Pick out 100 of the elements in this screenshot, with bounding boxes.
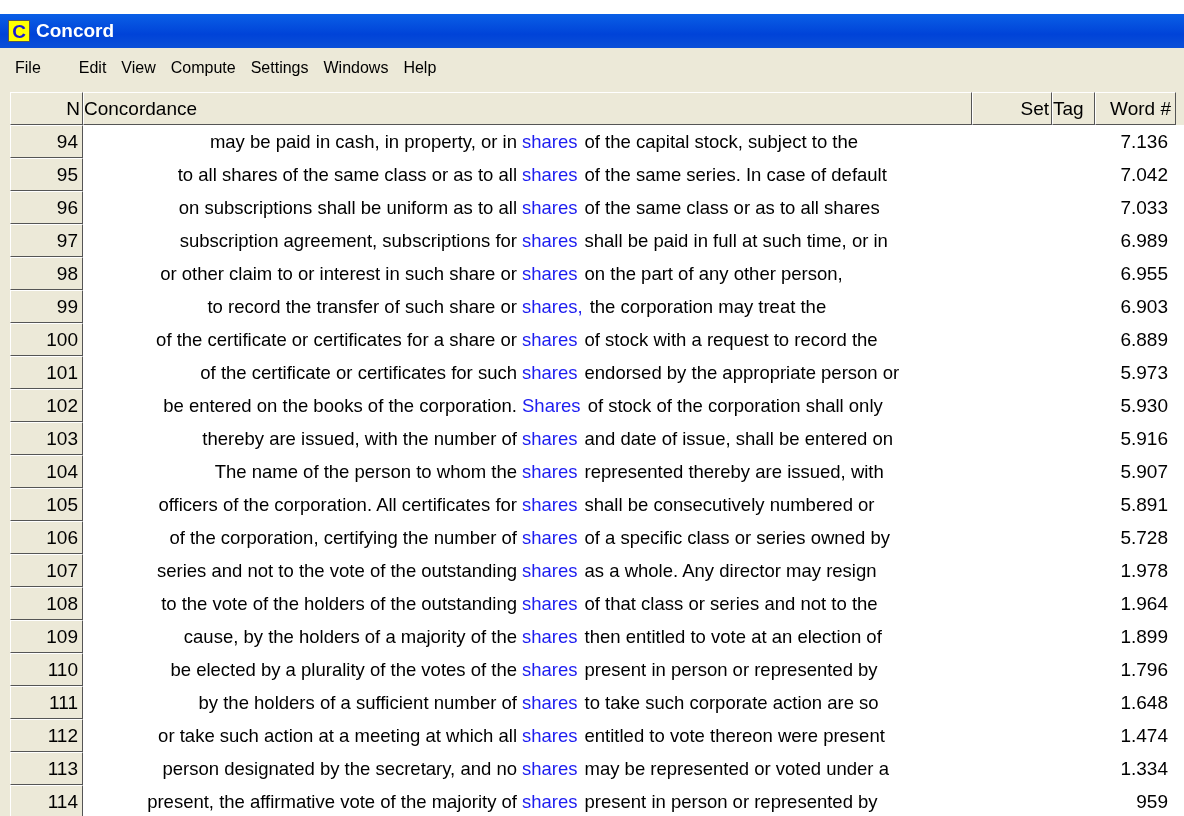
keyword: shares	[522, 163, 578, 186]
keyword: shares,	[522, 295, 583, 318]
menu-item[interactable]: Help	[403, 59, 437, 77]
row-number[interactable]: 98	[10, 257, 83, 290]
row-number[interactable]: 103	[10, 422, 83, 455]
column-header[interactable]: Tag	[1052, 92, 1095, 125]
keyword: shares	[522, 328, 578, 351]
right-context: of stock of the corporation shall only	[587, 394, 883, 417]
row-number[interactable]: 110	[10, 653, 83, 686]
left-context: person designated by the secretary, and no	[161, 757, 517, 780]
left-context: to record the transfer of such share or	[206, 295, 517, 318]
column-header[interactable]: Word #	[1095, 92, 1176, 125]
table-cell-text: 5.891	[1119, 492, 1169, 517]
menu-item[interactable]: File	[15, 59, 41, 77]
keyword: shares	[522, 229, 578, 252]
left-context: by the holders of a sufficient number of	[197, 691, 517, 714]
row-number[interactable]: 107	[10, 554, 83, 587]
table-cell-text: 1.648	[1119, 690, 1169, 715]
right-context: the corporation may treat the	[589, 295, 827, 318]
row-number[interactable]: 97	[10, 224, 83, 257]
keyword: shares	[522, 526, 578, 549]
table-cell-text: 7.033	[1119, 195, 1169, 220]
right-context: and date of issue, shall be entered on	[584, 427, 894, 450]
app-icon: C	[8, 20, 30, 42]
right-context: to take such corporate action are so	[584, 691, 879, 714]
row-number[interactable]: 104	[10, 455, 83, 488]
left-context: be entered on the books of the corporation.	[162, 394, 517, 417]
row-number[interactable]: 96	[10, 191, 83, 224]
menu-item[interactable]: Windows	[323, 59, 389, 77]
left-context: be elected by a plurality of the votes of the	[169, 658, 517, 681]
row-number[interactable]: 95	[10, 158, 83, 191]
column-header[interactable]: Concordance	[83, 92, 972, 125]
keyword: shares	[522, 196, 578, 219]
table-cell-text: 1.334	[1119, 756, 1169, 781]
right-context: shall be paid in full at such time, or in	[584, 229, 888, 252]
table-cell-text: 7.136	[1119, 129, 1169, 154]
keyword: shares	[522, 790, 578, 813]
menu-item[interactable]: Compute	[170, 59, 236, 77]
table-cell-text: 5.907	[1119, 459, 1169, 484]
row-number[interactable]: 106	[10, 521, 83, 554]
row-number[interactable]: 109	[10, 620, 83, 653]
keyword: shares	[522, 625, 578, 648]
table-cell-text: 6.989	[1119, 228, 1169, 253]
left-context: or other claim to or interest in such share or	[159, 262, 517, 285]
column-header[interactable]: N	[10, 92, 83, 125]
row-number[interactable]: 102	[10, 389, 83, 422]
right-context: of the capital stock, subject to the	[584, 130, 859, 153]
table-cell-text: 5.973	[1119, 360, 1169, 385]
right-context: as a whole. Any director may resign	[584, 559, 877, 582]
menu-item[interactable]: View	[121, 59, 156, 77]
table-cell-text: 5.916	[1119, 426, 1169, 451]
keyword: shares	[522, 691, 578, 714]
table-cell-text: 5.728	[1119, 525, 1169, 550]
keyword: shares	[522, 658, 578, 681]
row-number[interactable]: 100	[10, 323, 83, 356]
row-number[interactable]: 99	[10, 290, 83, 323]
menu-item[interactable]: Edit	[78, 59, 107, 77]
table-cell-text: 1.796	[1119, 657, 1169, 682]
right-context: of a specific class or series owned by	[584, 526, 890, 549]
table-cell-text: 6.955	[1119, 261, 1169, 286]
menu-item[interactable]: Settings	[250, 59, 309, 77]
table-cell-text: 1.964	[1119, 591, 1169, 616]
column-header[interactable]: Set	[972, 92, 1052, 125]
row-number[interactable]: 94	[10, 125, 83, 158]
left-context: of the certificate or certificates for such	[199, 361, 517, 384]
keyword: shares	[522, 559, 578, 582]
right-context: of stock with a request to record the	[584, 328, 878, 351]
left-context: to all shares of the same class or as to all	[176, 163, 517, 186]
left-context: of the certificate or certificates for a share or	[155, 328, 517, 351]
row-number[interactable]: 111	[10, 686, 83, 719]
left-context: to the vote of the holders of the outstanding	[160, 592, 517, 615]
table-cell-text: 6.889	[1119, 327, 1169, 352]
row-number[interactable]: 105	[10, 488, 83, 521]
keyword: shares	[522, 361, 578, 384]
row-number[interactable]: 112	[10, 719, 83, 752]
table-cell-text: 959	[1135, 789, 1169, 814]
table-cell-text: 1.899	[1119, 624, 1169, 649]
left-context: subscription agreement, subscriptions for	[178, 229, 517, 252]
left-context: or take such action at a meeting at which all	[157, 724, 517, 747]
left-context: on subscriptions shall be uniform as to all	[177, 196, 517, 219]
row-number[interactable]: 113	[10, 752, 83, 785]
row-number[interactable]: 101	[10, 356, 83, 389]
keyword: shares	[522, 592, 578, 615]
keyword: shares	[522, 724, 578, 747]
right-context: entitled to vote thereon were present	[584, 724, 885, 747]
keyword: shares	[522, 460, 578, 483]
table-cell-text: 7.042	[1119, 162, 1169, 187]
table-cell-text: 5.930	[1119, 393, 1169, 418]
right-context: shall be consecutively numbered or	[584, 493, 875, 516]
keyword: shares	[522, 130, 578, 153]
right-context: present in person or represented by	[584, 790, 878, 813]
left-context: thereby are issued, with the number of	[201, 427, 517, 450]
table-cell-text: 1.474	[1119, 723, 1169, 748]
keyword: shares	[522, 757, 578, 780]
keyword: shares	[522, 427, 578, 450]
row-number[interactable]: 114	[10, 785, 83, 816]
row-number[interactable]: 108	[10, 587, 83, 620]
right-context: on the part of any other person,	[584, 262, 843, 285]
right-context: of the same class or as to all shares	[584, 196, 880, 219]
right-context: may be represented or voted under a	[584, 757, 889, 780]
